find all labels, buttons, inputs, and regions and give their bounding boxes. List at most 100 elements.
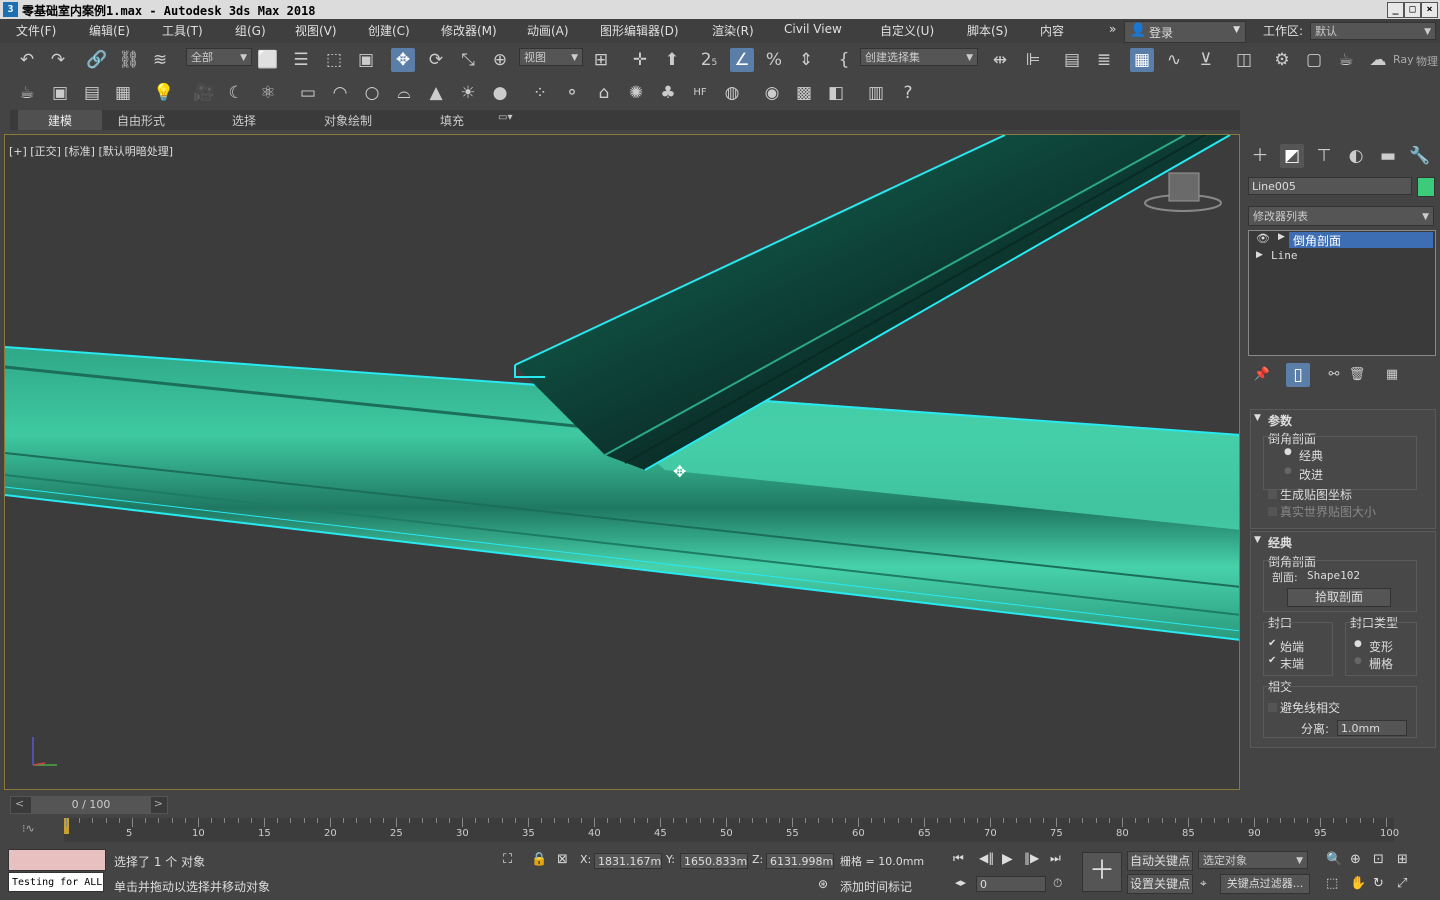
key-filter-icon[interactable]: ⌖	[1200, 876, 1207, 891]
unlink-icon[interactable]: ⛓	[117, 48, 141, 72]
pan-view-icon[interactable]: ✋	[1350, 876, 1366, 891]
menu-file[interactable]: 文件(F)	[16, 22, 56, 39]
rendered-frame-window-icon[interactable]: ▢	[1302, 48, 1326, 72]
undo-icon[interactable]: ↶	[15, 48, 39, 72]
absolute-mode-icon[interactable]: ⊠	[557, 852, 568, 867]
menu-views[interactable]: 视图(V)	[295, 22, 337, 39]
scene-explorer-icon[interactable]: ▤	[1060, 48, 1084, 72]
menu-civil-view[interactable]: Civil View	[784, 22, 842, 36]
selection-lock-icon[interactable]: 🔒	[531, 852, 547, 867]
parameters-title[interactable]: 参数	[1268, 412, 1292, 429]
create-panel-icon[interactable]: ＋	[1248, 144, 1272, 168]
mirror-icon[interactable]: ⇹	[988, 48, 1012, 72]
material-editor-icon[interactable]: ◫	[1232, 48, 1256, 72]
grass-icon[interactable]: ♣	[656, 81, 680, 105]
select-manipulate-icon[interactable]: ✛	[628, 48, 652, 72]
key-filters-button[interactable]: 关键点过滤器...	[1220, 874, 1310, 894]
menu-edit[interactable]: 编辑(E)	[89, 22, 130, 39]
radio-improved[interactable]: ●	[1284, 466, 1292, 476]
curve-editor-icon[interactable]: ∿	[1162, 48, 1186, 72]
select-by-name-icon[interactable]: ☰	[289, 48, 313, 72]
edit-named-selection-icon[interactable]: {	[832, 48, 856, 72]
menu-graph-editors[interactable]: 图形编辑器(D)	[600, 22, 679, 39]
ribbon-options-icon[interactable]: ▭▾	[498, 112, 512, 123]
set-key-icon[interactable]: ＋	[1082, 852, 1122, 892]
camera-icon[interactable]: 🎥	[192, 81, 216, 105]
align-icon[interactable]: ⊫	[1021, 48, 1045, 72]
menu-rendering[interactable]: 渲染(R)	[712, 22, 754, 39]
pin-stack-icon[interactable]: 📌	[1250, 363, 1274, 387]
material-options-icon[interactable]: ▩	[792, 81, 816, 105]
menu-content[interactable]: 内容	[1040, 22, 1064, 39]
rectangular-selection-icon[interactable]: ⬚	[322, 48, 346, 72]
sphere-light-icon[interactable]: ○	[360, 81, 384, 105]
real-world-map-checkbox[interactable]	[1268, 507, 1277, 516]
percent-snap-icon[interactable]: %	[762, 48, 786, 72]
remove-modifier-icon[interactable]: 🗑	[1345, 363, 1369, 387]
zoom-icon[interactable]: 🔍	[1326, 852, 1342, 867]
classic-title[interactable]: 经典	[1268, 534, 1292, 551]
display-panel-icon[interactable]: ▬	[1376, 144, 1400, 168]
layer-explorer-icon[interactable]: ≣	[1092, 48, 1116, 72]
stack-item-bevel-profile[interactable]: 👁 ▶ 倒角剖面	[1249, 232, 1435, 248]
cap-start-checkbox[interactable]: ✔	[1268, 638, 1276, 649]
time-tag-icon[interactable]: ⊛	[818, 877, 828, 891]
separation-spinner[interactable]: 1.0mm	[1337, 720, 1407, 736]
field-of-view-icon[interactable]: ⬚	[1326, 876, 1338, 891]
maxscript-input[interactable]: Testing for ALL	[8, 872, 104, 892]
keyboard-shortcut-toggle-icon[interactable]: ⬆	[660, 48, 684, 72]
object-color-swatch[interactable]	[1417, 177, 1435, 197]
ies-sphere-icon[interactable]: ●	[488, 81, 512, 105]
sun-icon[interactable]: ☀	[456, 81, 480, 105]
prev-key-icon[interactable]: ◀‖	[979, 851, 994, 865]
expand-icon[interactable]: ▶	[1256, 250, 1263, 260]
box-light-icon[interactable]: ▭	[296, 81, 320, 105]
login-dropdown[interactable]: 👤 登录 ▼	[1124, 21, 1246, 43]
radio-grid[interactable]: ●	[1354, 656, 1362, 666]
proxy-icon[interactable]: ⌂	[592, 81, 616, 105]
minimize-button[interactable]: _	[1387, 2, 1404, 18]
zoom-extents-all-icon[interactable]: ⊞	[1397, 852, 1408, 867]
set-key-button[interactable]: 设置关键点	[1127, 874, 1193, 894]
mesh-light-icon[interactable]: ⌓	[392, 81, 416, 105]
fur-ball-icon[interactable]: ✺	[624, 81, 648, 105]
displacement-icon[interactable]: ◍	[720, 81, 744, 105]
current-frame-field[interactable]: 0	[976, 876, 1046, 892]
select-and-move-icon[interactable]: ✥	[391, 48, 415, 72]
auto-key-button[interactable]: 自动关键点	[1127, 851, 1193, 871]
maximize-button[interactable]: □	[1404, 2, 1421, 18]
spinner-snap-icon[interactable]: ⇕	[794, 48, 818, 72]
light-lister-icon[interactable]: 💡	[152, 81, 176, 105]
radio-classic[interactable]: ●	[1284, 447, 1292, 457]
pivot-center-icon[interactable]: ⊞	[589, 48, 613, 72]
select-object-icon[interactable]: ⬜	[256, 48, 280, 72]
render-production-icon[interactable]: ☕	[1334, 48, 1358, 72]
menu-create[interactable]: 创建(C)	[368, 22, 410, 39]
link-icon[interactable]: 🔗	[85, 48, 109, 72]
viewport-label[interactable]: [+] [正交] [标准] [默认明暗处理]	[9, 143, 173, 159]
menu-scripting[interactable]: 脚本(S)	[967, 22, 1008, 39]
redo-icon[interactable]: ↷	[46, 48, 70, 72]
moon-icon[interactable]: ☾	[224, 81, 248, 105]
menu-modifiers[interactable]: 修改器(M)	[441, 22, 497, 39]
object-name-field[interactable]: Line005	[1248, 177, 1412, 195]
configure-modifier-sets-icon[interactable]: ▦	[1380, 363, 1404, 387]
maximize-viewport-icon[interactable]: ⤢	[1397, 876, 1407, 891]
window-crossing-icon[interactable]: ▣	[354, 48, 378, 72]
tab-freeform[interactable]: 自由形式	[117, 112, 165, 129]
angle-snap-icon[interactable]: ∠	[730, 48, 754, 72]
collapse-icon[interactable]: ▼	[1254, 535, 1261, 545]
make-unique-icon[interactable]: ⚯	[1322, 363, 1346, 387]
modifier-list-dropdown[interactable]: 修改器列表 ▼	[1248, 206, 1434, 226]
select-and-rotate-icon[interactable]: ⟳	[424, 48, 448, 72]
x-coordinate-field[interactable]: 1831.167m	[594, 853, 662, 869]
modify-panel-icon[interactable]: ◩	[1280, 144, 1304, 168]
tab-selection[interactable]: 选择	[232, 112, 256, 129]
dome-light-icon[interactable]: ◠	[328, 81, 352, 105]
table-icon[interactable]: ▦	[111, 81, 135, 105]
orbit-icon[interactable]: ↻	[1373, 876, 1384, 891]
pick-profile-button[interactable]: 拾取剖面	[1287, 588, 1391, 607]
menu-overflow[interactable]: »	[1109, 22, 1116, 36]
tab-object-paint[interactable]: 对象绘制	[324, 112, 372, 129]
expand-icon[interactable]: ▶	[1278, 232, 1285, 242]
